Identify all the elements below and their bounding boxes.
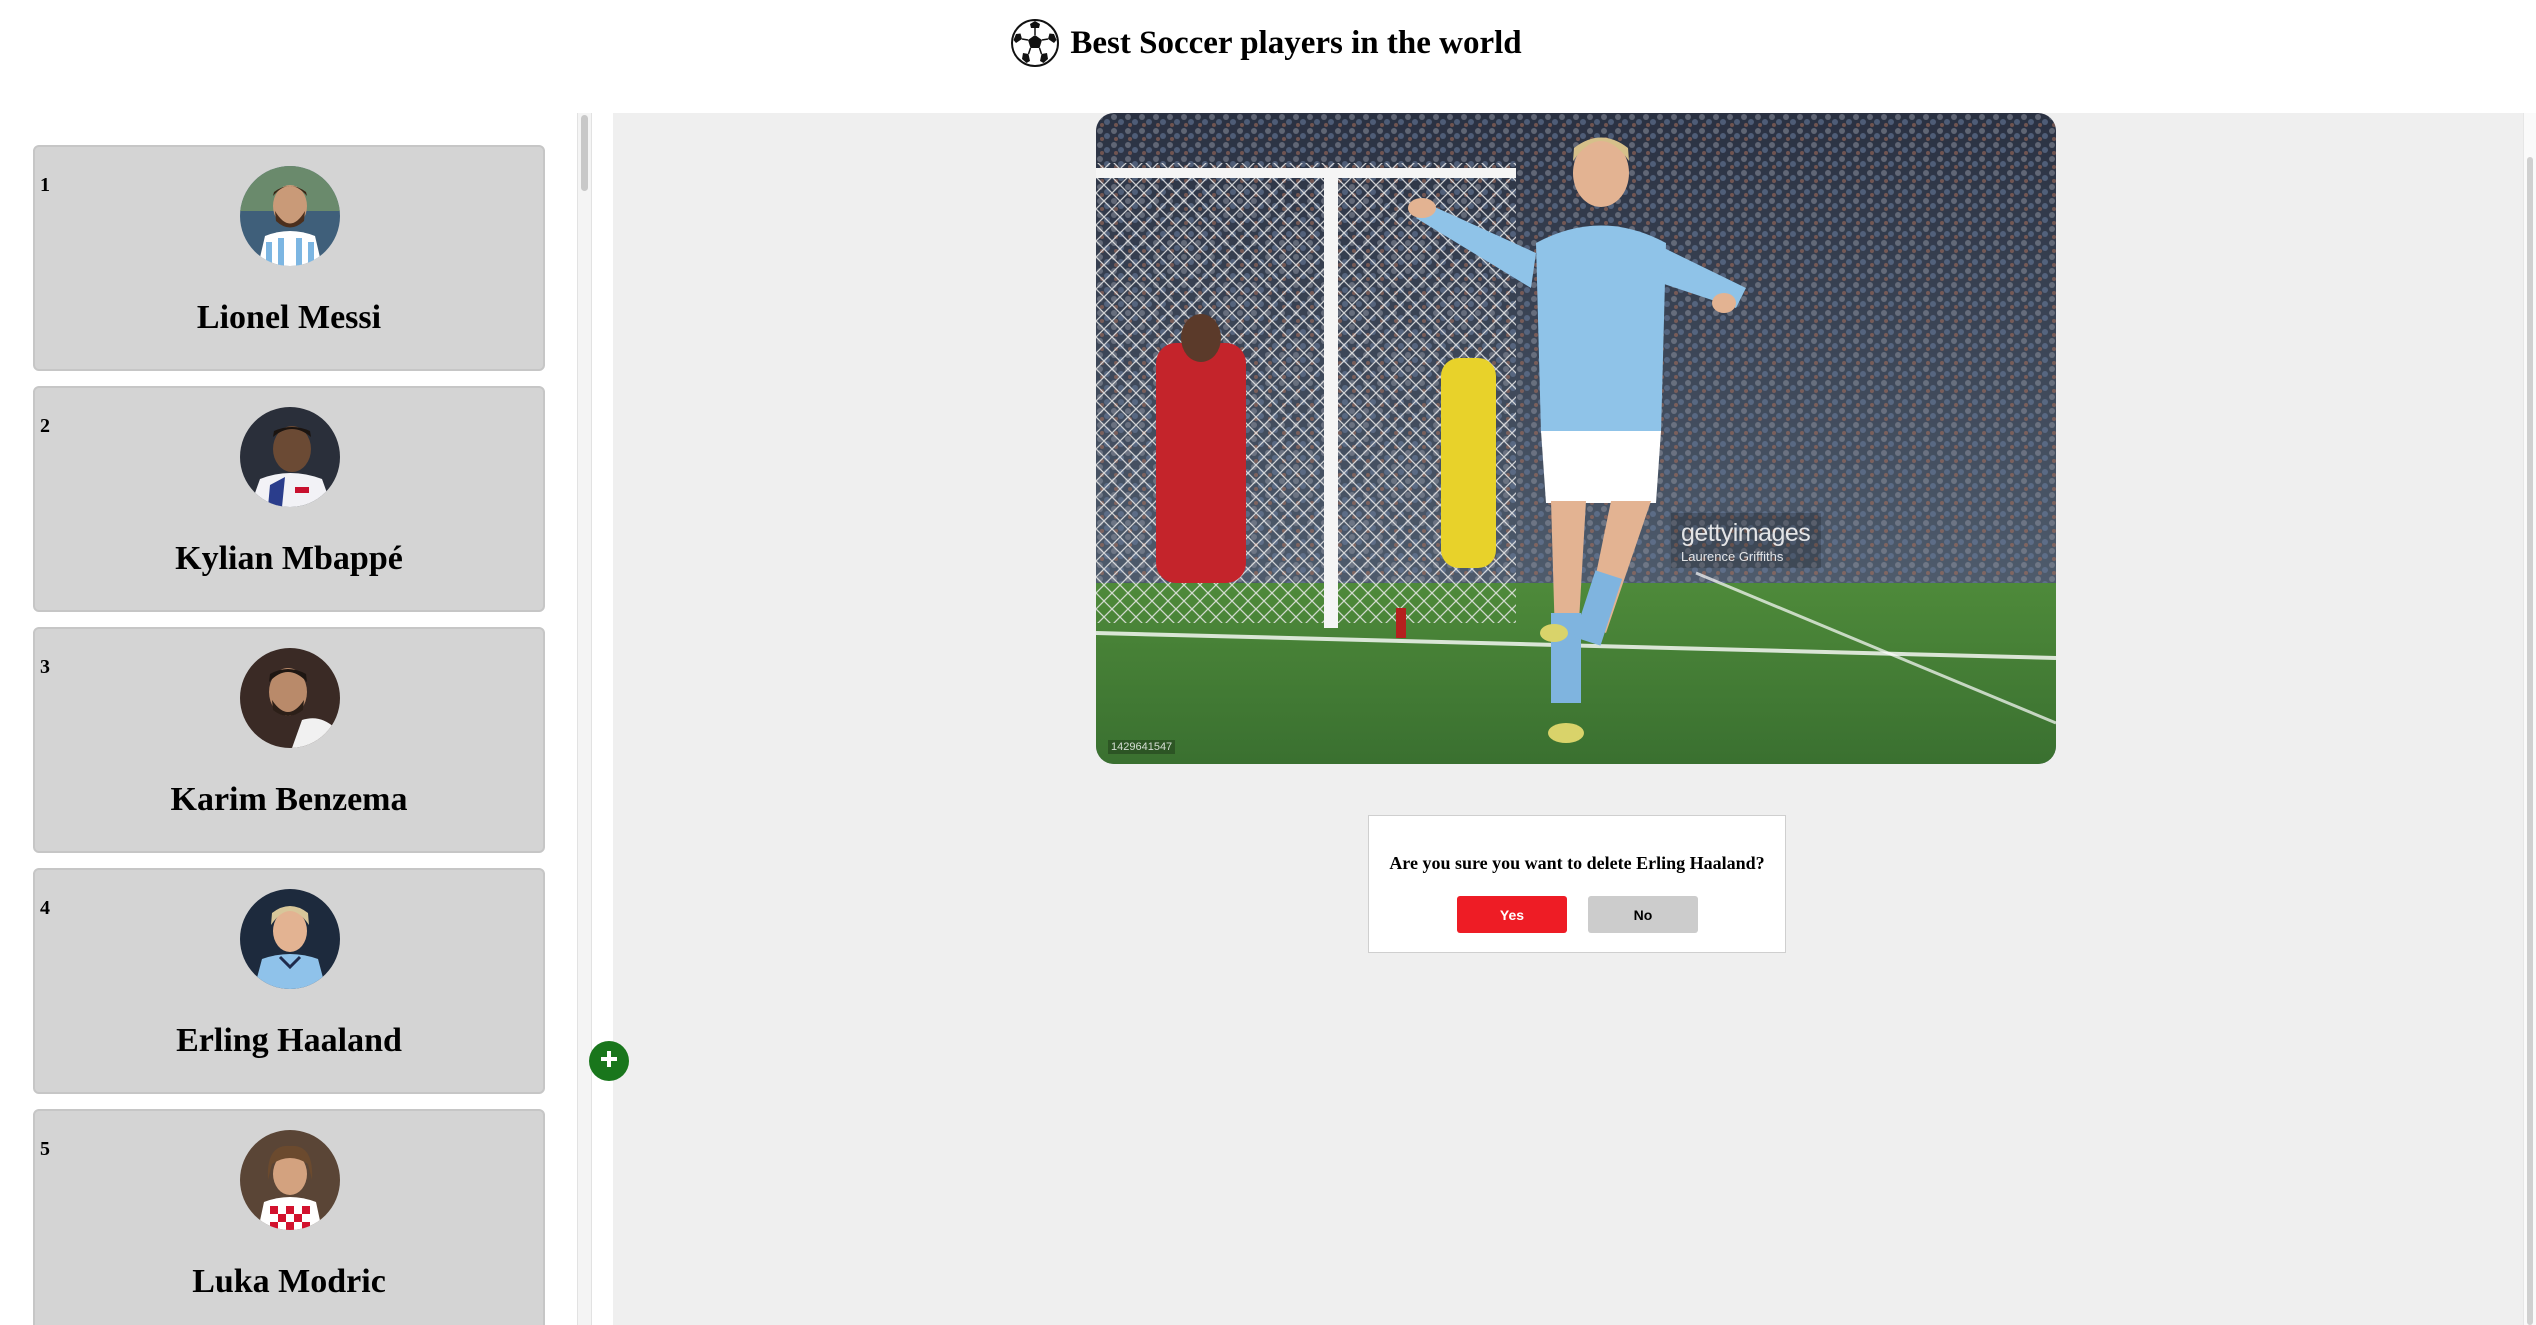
add-player-button[interactable]	[589, 1041, 629, 1081]
player-rank: 3	[40, 656, 50, 678]
player-avatar	[240, 889, 340, 989]
player-name: Luka Modric	[192, 1263, 386, 1300]
confirm-yes-button[interactable]: Yes	[1457, 896, 1567, 933]
plus-icon	[598, 1048, 620, 1075]
page-title: Best Soccer players in the world	[1070, 24, 1522, 61]
player-card[interactable]: 3 Karim Benzema	[33, 627, 545, 853]
player-rank: 2	[40, 415, 50, 437]
watermark-brand: gettyimages	[1681, 519, 1811, 547]
player-avatar	[240, 648, 340, 748]
player-name: Erling Haaland	[176, 1022, 402, 1059]
main-scroll-thumb[interactable]	[2527, 157, 2533, 1325]
player-list[interactable]: 1 Lionel Messi 2 Kylian Mbappé 3 Karim B…	[0, 115, 577, 1325]
photo-watermark: gettyimages Laurence Griffiths	[1681, 519, 1811, 564]
confirm-message: Are you sure you want to delete Erling H…	[1389, 853, 1765, 873]
player-card[interactable]: 2 Kylian Mbappé	[33, 386, 545, 612]
player-card[interactable]: 5 Luka Modric	[33, 1109, 545, 1325]
player-avatar	[240, 407, 340, 507]
header-title-group: Best Soccer players in the world	[1010, 18, 1522, 68]
photo-id: 1429641547	[1108, 740, 1176, 754]
player-photo: gettyimages Laurence Griffiths 142964154…	[1096, 113, 2056, 764]
main-scrollbar[interactable]	[2523, 113, 2536, 1325]
player-avatar	[240, 166, 340, 266]
player-rank: 5	[40, 1138, 50, 1160]
player-rank: 1	[40, 174, 50, 196]
sidebar-scrollbar[interactable]	[577, 113, 592, 1325]
player-name: Kylian Mbappé	[175, 540, 403, 577]
watermark-credit: Laurence Griffiths	[1681, 549, 1784, 564]
player-name: Lionel Messi	[196, 299, 382, 336]
delete-confirm-dialog: Are you sure you want to delete Erling H…	[1368, 815, 1786, 953]
player-card[interactable]: 4 Erling Haaland	[33, 868, 545, 1094]
soccer-ball-icon	[1010, 18, 1060, 68]
player-name: Karim Benzema	[170, 781, 408, 818]
player-card[interactable]: 1 Lionel Messi	[33, 145, 545, 371]
confirm-no-button[interactable]: No	[1588, 896, 1698, 933]
player-rank: 4	[40, 897, 50, 919]
page-header: Best Soccer players in the world	[0, 0, 2536, 86]
sidebar-scroll-thumb[interactable]	[581, 115, 588, 191]
player-avatar	[240, 1130, 340, 1230]
